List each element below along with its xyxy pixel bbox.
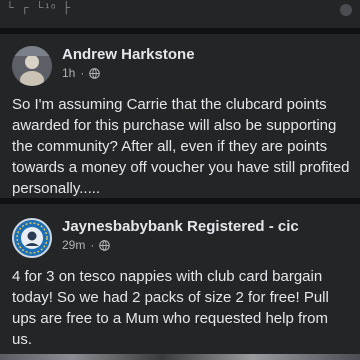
post-author[interactable]: Andrew Harkstone xyxy=(62,46,195,63)
avatar[interactable] xyxy=(12,218,52,258)
post-time[interactable]: 1h xyxy=(62,66,75,80)
post-text: 4 for 3 on tesco nappies with club card … xyxy=(12,268,329,348)
post-text: So I'm assuming Carrie that the clubcard… xyxy=(12,96,350,197)
post-author[interactable]: Jaynesbabybank Registered - cic xyxy=(62,218,299,235)
cropped-avatar xyxy=(340,4,352,16)
facebook-feed-screen: └ ┌ └¹ᵒ ├ Andrew Harkstone 1h · So I'm a… xyxy=(0,0,360,360)
page-logo xyxy=(14,220,50,256)
globe-icon xyxy=(89,67,101,79)
previous-post-fragment: └ ┌ └¹ᵒ ├ xyxy=(0,0,360,28)
cropped-text-fragment: └ ┌ └¹ᵒ ├ xyxy=(6,2,73,14)
post-time[interactable]: 29m xyxy=(62,238,85,252)
post-card: Jaynesbabybank Registered - cic 29m · 4 … xyxy=(0,204,360,360)
globe-icon xyxy=(99,239,111,251)
avatar[interactable] xyxy=(12,46,52,86)
post-card: Andrew Harkstone 1h · So I'm assuming Ca… xyxy=(0,34,360,198)
post-meta: 1h · xyxy=(62,66,101,80)
avatar-photo xyxy=(12,46,52,86)
post-image-top-edge[interactable] xyxy=(0,354,360,360)
post-meta: 29m · xyxy=(62,238,111,252)
